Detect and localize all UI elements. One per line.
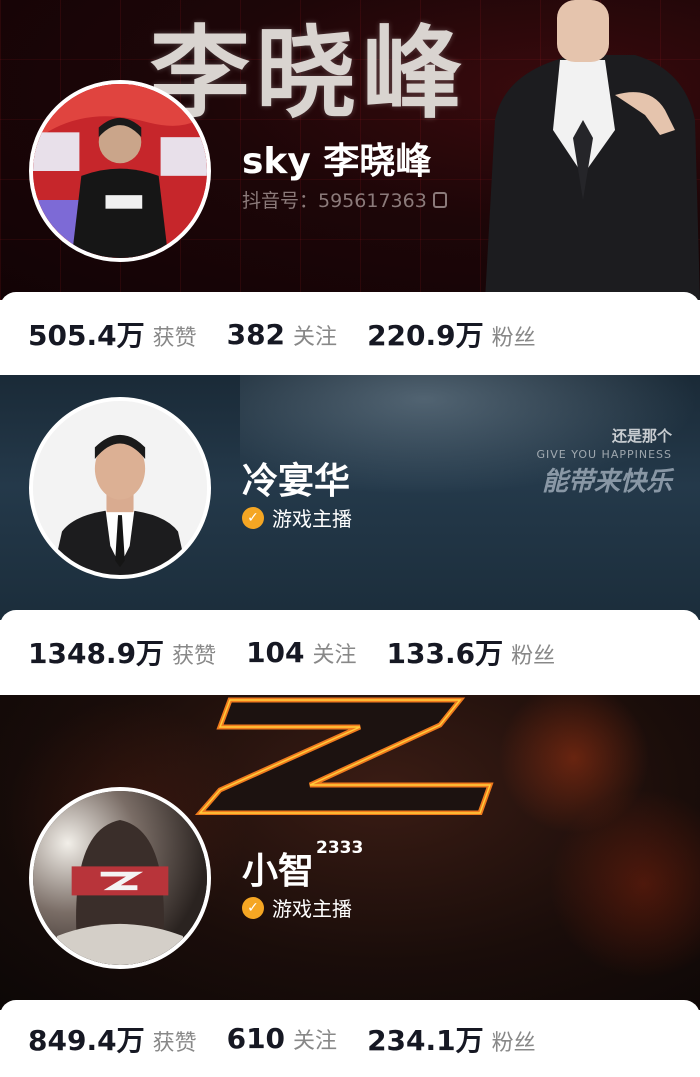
- profile-name: sky 李晓峰: [242, 141, 432, 182]
- stat-label: 获赞: [172, 644, 217, 669]
- stats-bar: 1348.9万 获赞 104 关注 133.6万 粉丝: [0, 610, 700, 694]
- stat-following[interactable]: 610 关注: [227, 1022, 337, 1055]
- slogan-line: 能带来快乐: [541, 467, 672, 497]
- stat-value: 104: [246, 635, 305, 669]
- avatar[interactable]: [29, 397, 211, 579]
- stat-value: 382: [226, 317, 286, 351]
- douyin-id: 抖音号：595617363: [242, 190, 427, 212]
- stat-value: 505.4万: [28, 319, 145, 352]
- badge-label: 游戏主播: [272, 897, 352, 921]
- banner-title: 李晓峰: [150, 14, 468, 132]
- profile-name-suffix: 2333: [316, 838, 364, 858]
- avatar-image: [33, 791, 207, 965]
- stat-label: 获赞: [152, 326, 197, 351]
- stat-label: 关注: [312, 642, 357, 668]
- avatar[interactable]: [29, 80, 211, 262]
- stat-label: 关注: [293, 324, 338, 350]
- flaming-z-logo: [194, 697, 494, 815]
- profile-name: 小智2333: [242, 838, 363, 894]
- avatar[interactable]: [29, 787, 211, 969]
- stat-value: 849.4万: [28, 1023, 145, 1057]
- stat-value: 234.1万: [367, 1023, 484, 1057]
- verified-badge: ✓ 游戏主播: [242, 893, 352, 922]
- slogan-line: 还是那个: [611, 427, 672, 445]
- stats-bar: 849.4万 获赞 610 关注 234.1万 粉丝: [0, 1000, 700, 1077]
- stat-likes[interactable]: 1348.9万 获赞: [28, 632, 216, 672]
- stat-value: 133.6万: [386, 637, 504, 670]
- douyin-id-row: 抖音号：595617363: [242, 186, 447, 213]
- stat-likes[interactable]: 505.4万 获赞: [28, 314, 197, 354]
- stat-label: 粉丝: [491, 326, 536, 351]
- avatar-image: [33, 401, 207, 575]
- badge-label: 游戏主播: [272, 507, 352, 531]
- profile-name: 冷宴华: [242, 461, 351, 502]
- stat-label: 获赞: [152, 1030, 197, 1056]
- profile-name-text: 小智: [242, 851, 315, 892]
- stat-value: 220.9万: [367, 319, 484, 352]
- stat-followers[interactable]: 220.9万 粉丝: [367, 314, 536, 354]
- verified-check-icon: ✓: [242, 506, 264, 529]
- stat-followers[interactable]: 234.1万 粉丝: [367, 1019, 536, 1059]
- stat-label: 粉丝: [491, 1030, 536, 1056]
- banner-host-image: [485, 0, 700, 300]
- slogan-line: GIVE YOU HAPPINESS: [536, 448, 672, 461]
- stats-bar: 505.4万 获赞 382 关注 220.9万 粉丝: [0, 292, 700, 376]
- stat-following[interactable]: 104 关注: [246, 636, 356, 669]
- verified-check-icon: ✓: [242, 896, 264, 919]
- stat-label: 关注: [293, 1029, 338, 1054]
- stat-value: 610: [226, 1022, 286, 1055]
- stat-followers[interactable]: 133.6万 粉丝: [387, 632, 556, 672]
- verified-badge: ✓ 游戏主播: [242, 503, 352, 532]
- stat-following[interactable]: 382 关注: [227, 318, 337, 351]
- stat-label: 粉丝: [511, 644, 556, 669]
- stat-value: 1348.9万: [28, 637, 165, 670]
- stat-likes[interactable]: 849.4万 获赞: [28, 1019, 197, 1059]
- avatar-image: [33, 84, 207, 258]
- banner-slogan: 还是那个 GIVE YOU HAPPINESS 能带来快乐: [536, 425, 672, 498]
- copy-icon[interactable]: [432, 191, 447, 208]
